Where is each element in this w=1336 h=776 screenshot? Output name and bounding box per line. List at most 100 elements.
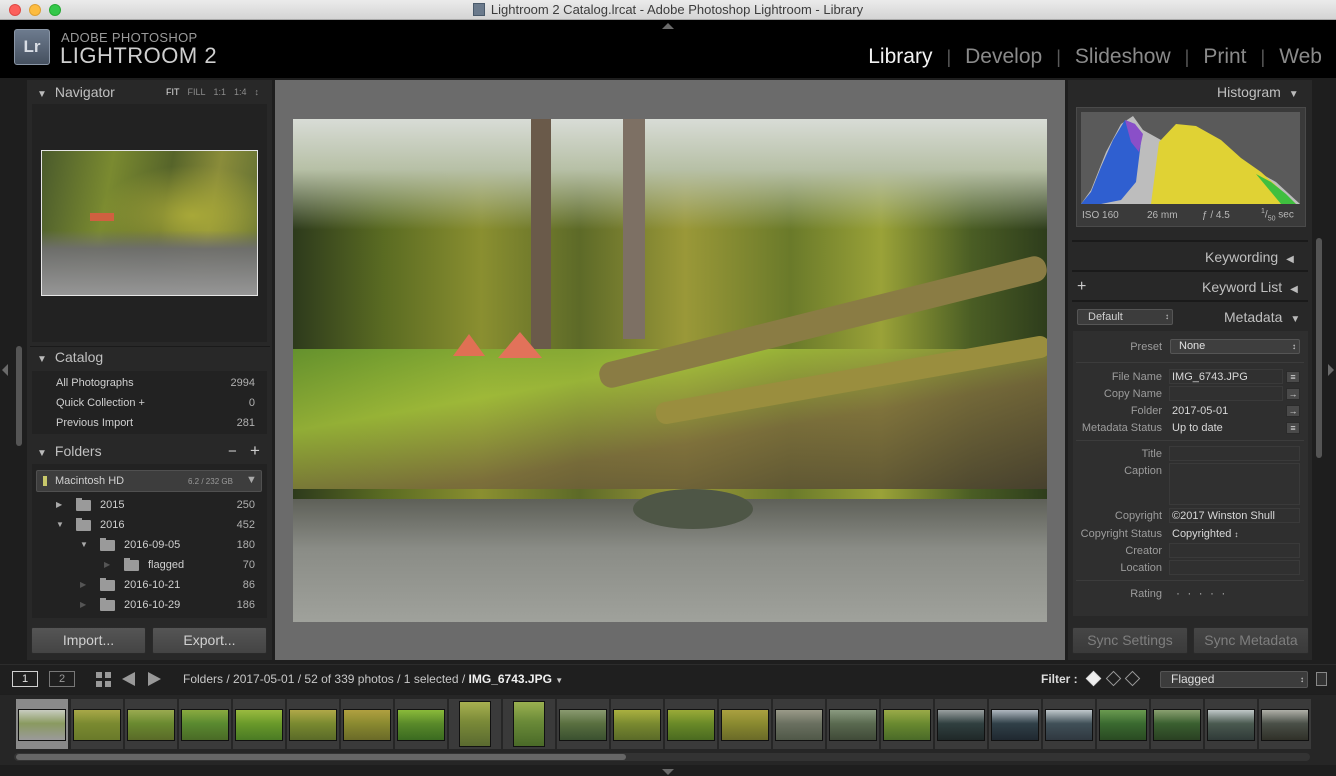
catalog-header[interactable]: ▼ Catalog [37, 349, 103, 365]
sync-settings-button[interactable]: Sync Settings [1072, 627, 1188, 654]
module-develop[interactable]: Develop [951, 45, 1056, 69]
folder-name[interactable]: flagged [148, 559, 184, 571]
metadata-preset-select[interactable]: Default ↕ [1077, 309, 1173, 325]
export-button[interactable]: Export... [152, 627, 267, 654]
add-keyword-button[interactable]: + [1077, 278, 1086, 296]
catalog-item-all-photographs[interactable]: All Photographs [56, 377, 134, 389]
filmstrip-thumbnail[interactable] [343, 709, 391, 741]
left-panel-toggle-icon[interactable] [2, 364, 8, 376]
catalog-item-previous-import[interactable]: Previous Import [56, 417, 133, 429]
filter-lock-icon[interactable] [1316, 672, 1327, 686]
folder-arrow-icon[interactable]: → [1286, 405, 1300, 417]
rating-stars[interactable]: · · · · · [1176, 586, 1227, 600]
title-field[interactable] [1169, 446, 1300, 461]
filmstrip-thumbnail[interactable] [73, 709, 121, 741]
filmstrip-thumbnail[interactable] [775, 709, 823, 741]
creator-field[interactable] [1169, 543, 1300, 558]
folder-disclosure-icon[interactable]: ▼ [80, 540, 88, 549]
right-panel-scrollbar[interactable] [1316, 238, 1322, 458]
caption-field[interactable] [1169, 463, 1300, 505]
copy-name-field[interactable] [1169, 386, 1283, 401]
grid-view-icon[interactable] [96, 672, 111, 687]
previous-photo-arrow-icon[interactable] [122, 672, 135, 686]
navigator-thumbnail[interactable] [41, 150, 258, 296]
filmstrip-thumbnail[interactable] [397, 709, 445, 741]
folder-disclosure-icon[interactable]: ▶ [56, 500, 62, 509]
filmstrip-thumbnail[interactable] [181, 709, 229, 741]
folders-header[interactable]: ▼ Folders [37, 443, 102, 459]
filmstrip-thumbnail[interactable] [289, 709, 337, 741]
file-name-action-icon[interactable]: ≡ [1286, 371, 1300, 383]
left-panel-scrollbar[interactable] [16, 346, 22, 446]
folder-disclosure-icon[interactable]: ▼ [56, 520, 64, 529]
filmstrip-thumbnail[interactable] [829, 709, 877, 741]
window-title-wrap: Lightroom 2 Catalog.lrcat - Adobe Photos… [0, 2, 1336, 17]
filmstrip-thumbnail[interactable] [613, 709, 661, 741]
window-titlebar: Lightroom 2 Catalog.lrcat - Adobe Photos… [0, 0, 1336, 20]
folder-name[interactable]: 2016-10-21 [124, 579, 180, 591]
navigator-header[interactable]: ▼ Navigator [37, 84, 115, 100]
filmstrip-scrollbar-thumb[interactable] [16, 754, 626, 760]
filmstrip-thumbnail[interactable] [1045, 709, 1093, 741]
filmstrip-thumbnail[interactable] [1261, 709, 1309, 741]
add-folder-button[interactable]: + [250, 441, 260, 461]
folder-count: 180 [236, 539, 255, 551]
filter-preset-dropdown[interactable]: Flagged ↕ [1160, 671, 1308, 688]
filmstrip-thumbnail[interactable] [18, 709, 66, 741]
filmstrip-thumbnail[interactable] [235, 709, 283, 741]
filmstrip-thumbnail[interactable] [1099, 709, 1147, 741]
copyright-status-dropdown[interactable]: Copyrighted ↕ [1172, 528, 1238, 540]
filmstrip-source-path[interactable]: Folders / 2017-05-01 / 52 of 339 photos … [183, 672, 563, 686]
histogram-focal-length: 26 mm [1147, 210, 1178, 221]
module-library[interactable]: Library [854, 45, 946, 69]
filmstrip-thumbnail[interactable] [559, 709, 607, 741]
module-web[interactable]: Web [1265, 45, 1324, 69]
zoom-stepper-icon[interactable]: ↕ [255, 87, 260, 97]
location-field[interactable] [1169, 560, 1300, 575]
file-name-value: IMG_6743.JPG [1172, 371, 1248, 383]
main-photo[interactable] [293, 119, 1047, 622]
filmstrip-thumbnail[interactable] [721, 709, 769, 741]
import-button[interactable]: Import... [31, 627, 146, 654]
folder-name[interactable]: 2015 [100, 499, 124, 511]
module-print[interactable]: Print [1189, 45, 1260, 69]
photo-tree-trunk [531, 119, 551, 349]
filmstrip-thumbnail[interactable] [991, 709, 1039, 741]
rating-label: Rating [1130, 588, 1162, 600]
filmstrip-thumbnail[interactable] [459, 701, 491, 747]
remove-folder-button[interactable]: − [228, 443, 237, 460]
copy-name-arrow-icon[interactable]: → [1286, 388, 1300, 400]
folder-name[interactable]: 2016-09-05 [124, 539, 180, 551]
secondary-display-button[interactable]: 2 [49, 671, 75, 687]
lightroom-logo: Lr [14, 29, 50, 65]
filmstrip-toggle-icon[interactable] [662, 769, 674, 775]
metadata-header[interactable]: Metadata ▼ [1224, 309, 1300, 325]
filmstrip-thumbnail[interactable] [667, 709, 715, 741]
filmstrip-thumbnail[interactable] [937, 709, 985, 741]
filmstrip-thumbnail[interactable] [1153, 709, 1201, 741]
keywording-header[interactable]: Keywording ◀ [1205, 249, 1294, 265]
folder-name[interactable]: 2016-10-29 [124, 599, 180, 611]
zoom-fit[interactable]: FIT [166, 87, 180, 97]
metadata-status-action-icon[interactable]: ≡ [1286, 422, 1300, 434]
zoom-1-1[interactable]: 1:1 [214, 87, 227, 97]
zoom-fill[interactable]: FILL [188, 87, 206, 97]
sync-metadata-button[interactable]: Sync Metadata [1193, 627, 1309, 654]
volume-disclosure-icon[interactable]: ▼ [246, 474, 257, 486]
filmstrip-thumbnail[interactable] [513, 701, 545, 747]
filmstrip-thumbnail[interactable] [1207, 709, 1255, 741]
primary-display-button[interactable]: 1 [12, 671, 38, 687]
preset-dropdown[interactable]: None ↕ [1170, 339, 1300, 354]
next-photo-arrow-icon[interactable] [148, 672, 161, 686]
filmstrip-thumbnail[interactable] [883, 709, 931, 741]
filmstrip-thumbnail[interactable] [127, 709, 175, 741]
keyword-list-header[interactable]: Keyword List ◀ [1202, 279, 1298, 295]
right-panel-toggle-icon[interactable] [1328, 364, 1334, 376]
folder-name[interactable]: 2016 [100, 519, 124, 531]
module-slideshow[interactable]: Slideshow [1061, 45, 1185, 69]
catalog-item-quick-collection[interactable]: Quick Collection + [56, 397, 145, 409]
top-panel-toggle-icon[interactable] [662, 23, 674, 29]
histogram-header[interactable]: Histogram ▼ [1217, 84, 1299, 100]
zoom-1-4[interactable]: 1:4 [234, 87, 247, 97]
histogram-iso: ISO 160 [1082, 210, 1119, 221]
